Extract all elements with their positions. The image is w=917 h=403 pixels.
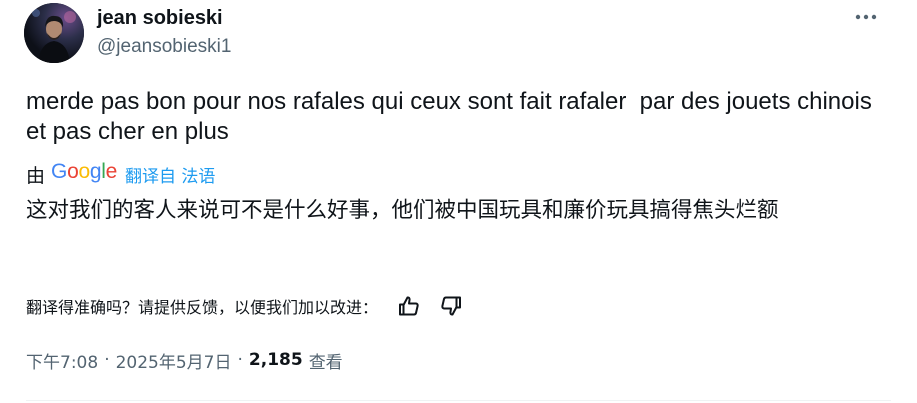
google-logo-letter: o [78,160,90,183]
google-logo: Google [51,160,117,184]
more-horizontal-icon [855,14,877,20]
avatar-image [24,3,84,63]
feedback-prompt: 翻译得准确吗？请提供反馈，以便我们加以改进： [26,298,379,317]
post-date[interactable]: 2025年5月7日 [116,348,232,373]
translated-text: 这对我们的客人来说可不是什么好事，他们被中国玩具和廉价玩具搞得焦头烂额 [26,198,779,223]
separator-dot: · [237,350,243,370]
separator-dot: · [104,350,110,370]
more-options-button[interactable] [849,2,883,32]
google-logo-letter: g [89,160,102,183]
tweet-detail: jean sobieski @jeansobieski1 merde pas b… [0,0,917,403]
thumbs-down-button[interactable] [436,291,466,321]
thumbs-up-icon [399,296,419,316]
thumbs-down-icon [441,296,462,316]
translated-by-prefix: 由 [26,164,46,187]
divider [26,400,891,401]
translation-feedback: 翻译得准确吗？请提供反馈，以便我们加以改进： [26,290,478,322]
avatar[interactable] [24,3,84,63]
translated-from-link[interactable]: 翻译自 法语 [125,162,215,187]
thumbs-up-button[interactable] [394,291,424,321]
google-logo-letter: e [105,160,118,183]
post-time[interactable]: 下午7:08 [26,348,98,373]
author-block: jean sobieski @jeansobieski1 [97,5,231,59]
views-label: 查看 [308,352,343,373]
tweet-metadata: 下午7:08 · 2025年5月7日 · 2,185 查看 [26,346,343,374]
translation-attribution: 由 Google 翻译自 法语 [26,160,215,188]
tweet-text: merde pas bon pour nos rafales qui ceux … [26,88,879,145]
google-logo-letter: o [67,160,79,183]
display-name[interactable]: jean sobieski [97,5,231,31]
google-logo-letter: G [51,160,68,183]
user-handle[interactable]: @jeansobieski1 [97,35,231,59]
view-count: 2,185 [248,350,303,370]
